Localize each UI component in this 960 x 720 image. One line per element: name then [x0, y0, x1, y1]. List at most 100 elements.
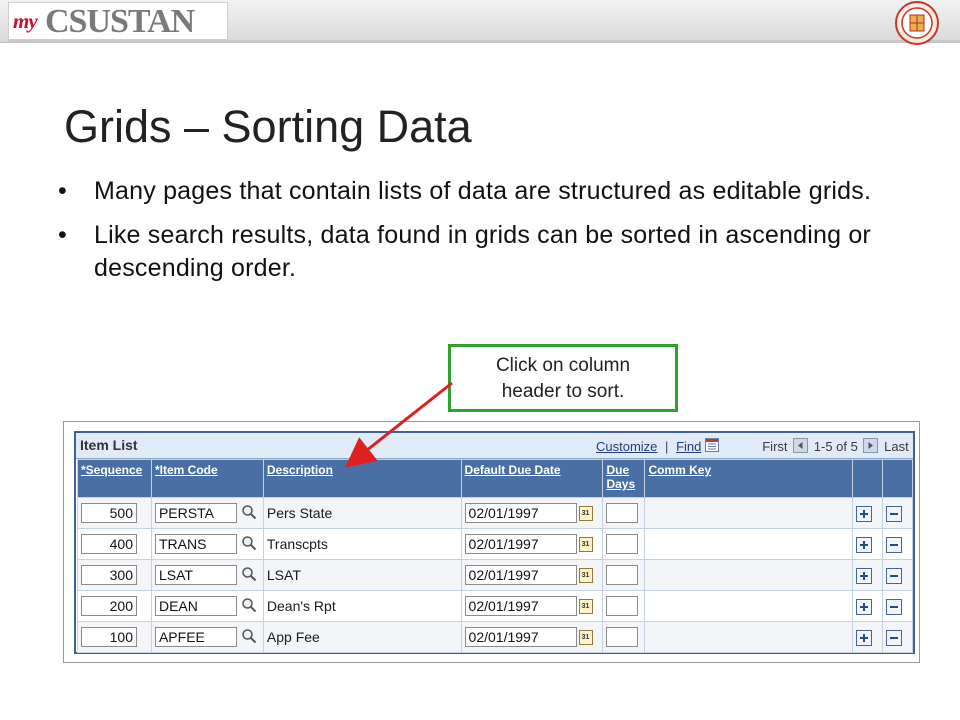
due-date-input[interactable]: 02/01/1997: [464, 596, 577, 616]
item-code-column-header[interactable]: *Item Code: [150, 459, 264, 498]
calendar-icon[interactable]: 31: [578, 598, 593, 614]
delete-row-cell: [881, 590, 914, 622]
due-days-input[interactable]: [606, 596, 639, 616]
item-code-input[interactable]: TRANS: [154, 534, 237, 554]
item-code-input[interactable]: DEAN: [154, 596, 237, 616]
last-label[interactable]: Last: [884, 439, 909, 454]
first-label[interactable]: First: [762, 439, 787, 454]
calendar-icon[interactable]: 31: [578, 629, 593, 645]
due-days-cell: [602, 590, 646, 622]
logo-my-text: my: [13, 9, 38, 33]
due-date-input[interactable]: 02/01/1997: [464, 534, 577, 554]
add-row-icon[interactable]: [855, 567, 872, 584]
comm-key-cell: [644, 497, 853, 529]
table-row: 300 LSAT LSAT 02/01/1997 31: [77, 559, 914, 591]
comm-key-column-header[interactable]: Comm Key: [644, 459, 853, 498]
item-list-grid: Item List Customize | Find First 1-5 of …: [74, 431, 915, 654]
comm-key-cell: [644, 621, 853, 653]
next-arrow-icon[interactable]: [863, 438, 879, 453]
due-days-cell: [602, 559, 646, 591]
item-code-cell: LSAT: [150, 559, 264, 591]
item-table: *Sequence *Item Code Description Default…: [77, 459, 914, 653]
item-code-input[interactable]: APFEE: [154, 627, 237, 647]
previous-arrow-icon[interactable]: [793, 438, 809, 453]
delete-row-cell: [881, 497, 914, 529]
add-row-cell: [851, 590, 883, 622]
bullet-text: Like search results, data found in grids…: [94, 221, 871, 282]
due-date-input[interactable]: 02/01/1997: [464, 503, 577, 523]
bullet-marker: •: [58, 221, 67, 249]
add-column-header: [851, 459, 883, 498]
calendar-icon[interactable]: 31: [578, 567, 593, 583]
delete-row-icon[interactable]: [885, 629, 902, 646]
customize-link[interactable]: Customize: [596, 439, 657, 454]
grid-title: Item List: [80, 437, 138, 453]
due-days-cell: [602, 528, 646, 560]
callout-line-1: Click on column: [495, 355, 631, 376]
description-column-header[interactable]: Description: [262, 459, 462, 498]
due-days-column-header[interactable]: Due Days: [602, 459, 646, 498]
lookup-search-icon[interactable]: [241, 628, 257, 647]
default-due-date-column-header[interactable]: Default Due Date: [460, 459, 604, 498]
item-code-input[interactable]: PERSTA: [154, 503, 237, 523]
sequence-input[interactable]: 300: [81, 565, 137, 585]
bullet-marker: •: [58, 177, 67, 205]
description-cell: App Fee: [262, 621, 462, 653]
sequence-cell: 200: [77, 590, 152, 622]
description-cell: Pers State: [262, 497, 462, 529]
sequence-input[interactable]: 200: [81, 596, 137, 616]
lookup-search-icon[interactable]: [241, 566, 257, 585]
calendar-icon[interactable]: 31: [578, 536, 593, 552]
add-row-icon[interactable]: [855, 629, 872, 646]
item-code-cell: DEAN: [150, 590, 264, 622]
item-code-input[interactable]: LSAT: [154, 565, 237, 585]
due-days-input[interactable]: [606, 534, 639, 554]
delete-row-icon[interactable]: [885, 505, 902, 522]
due-days-cell: [602, 621, 646, 653]
sequence-cell: 500: [77, 497, 152, 529]
view-all-icon[interactable]: [704, 438, 719, 452]
nav-separator: |: [665, 439, 669, 454]
calendar-icon[interactable]: 31: [578, 505, 593, 521]
sequence-column-header[interactable]: *Sequence: [77, 459, 152, 498]
sort-callout: Click on column header to sort.: [448, 344, 678, 412]
grid-header-bar: Item List Customize | Find First 1-5 of …: [76, 433, 913, 459]
find-link[interactable]: Find: [676, 439, 701, 454]
comm-key-cell: [644, 528, 853, 560]
description-cell: LSAT: [262, 559, 462, 591]
add-row-icon[interactable]: [855, 505, 872, 522]
add-row-icon[interactable]: [855, 536, 872, 553]
delete-row-cell: [881, 528, 914, 560]
due-date-cell: 02/01/1997 31: [460, 590, 604, 622]
add-row-cell: [851, 497, 883, 529]
sequence-input[interactable]: 100: [81, 627, 137, 647]
sequence-input[interactable]: 400: [81, 534, 137, 554]
due-days-input[interactable]: [606, 565, 639, 585]
callout-line-2: header to sort.: [501, 381, 625, 402]
item-code-cell: TRANS: [150, 528, 264, 560]
table-row: 100 APFEE App Fee 02/01/1997 31: [77, 621, 914, 653]
due-date-cell: 02/01/1997 31: [460, 528, 604, 560]
due-days-input[interactable]: [606, 503, 639, 523]
due-date-input[interactable]: 02/01/1997: [464, 565, 577, 585]
delete-row-icon[interactable]: [885, 567, 902, 584]
due-days-cell: [602, 497, 646, 529]
grid-navigation: Customize | Find First 1-5 of 5 Last: [596, 438, 909, 454]
description-cell: Dean's Rpt: [262, 590, 462, 622]
due-days-input[interactable]: [606, 627, 639, 647]
due-date-input[interactable]: 02/01/1997: [464, 627, 577, 647]
lookup-search-icon[interactable]: [241, 504, 257, 523]
delete-row-icon[interactable]: [885, 598, 902, 615]
table-row: 200 DEAN Dean's Rpt 02/01/1997 31: [77, 590, 914, 622]
lookup-search-icon[interactable]: [241, 597, 257, 616]
add-row-icon[interactable]: [855, 598, 872, 615]
lookup-search-icon[interactable]: [241, 535, 257, 554]
table-header-row: *Sequence *Item Code Description Default…: [77, 459, 914, 498]
comm-key-cell: [644, 590, 853, 622]
add-row-cell: [851, 621, 883, 653]
sequence-input[interactable]: 500: [81, 503, 137, 523]
delete-row-cell: [881, 621, 914, 653]
table-row: 500 PERSTA Pers State 02/01/1997 31: [77, 497, 914, 529]
delete-row-icon[interactable]: [885, 536, 902, 553]
slide-title: Grids – Sorting Data: [64, 101, 472, 152]
